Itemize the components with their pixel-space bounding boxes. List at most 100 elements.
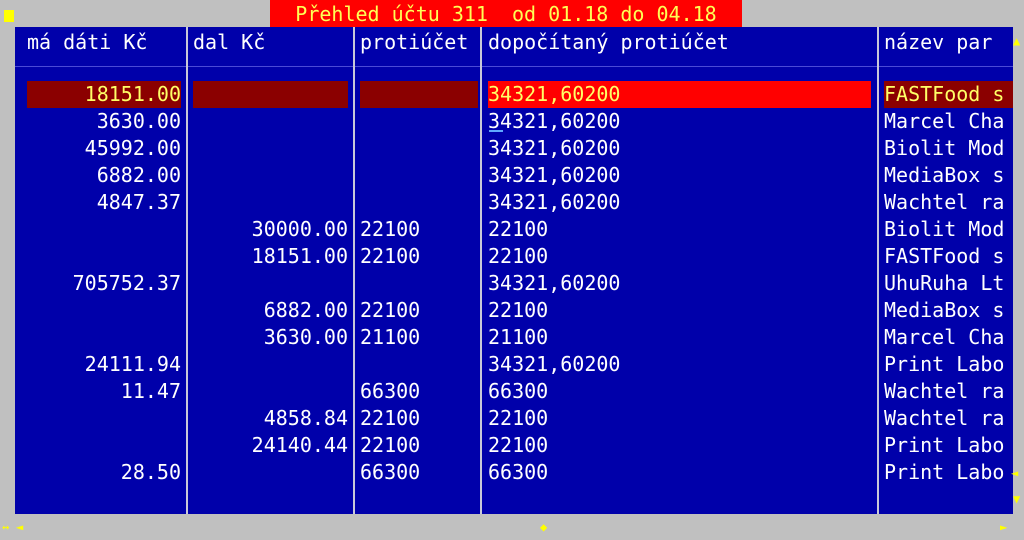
computed-counter-account-cell[interactable]: 34321,60200 (488, 270, 871, 297)
scroll-down-icon[interactable]: ▼ (1013, 493, 1020, 505)
debit-cell[interactable]: 3630.00 (27, 108, 181, 135)
counter-account-cell[interactable]: 21100 (360, 324, 478, 351)
partner-name-cell[interactable]: MediaBox s (884, 162, 1013, 189)
table-row[interactable]: 18151.00 34321,60200 FASTFood s (15, 81, 1013, 108)
computed-counter-account-cell[interactable]: 66300 (488, 459, 871, 486)
debit-cell[interactable] (27, 324, 181, 351)
credit-cell[interactable] (193, 135, 348, 162)
debit-cell[interactable] (27, 297, 181, 324)
credit-cell[interactable]: 18151.00 (193, 243, 348, 270)
partner-name-cell[interactable]: Marcel Cha (884, 324, 1013, 351)
debit-cell[interactable] (27, 216, 181, 243)
credit-cell[interactable] (193, 81, 348, 108)
counter-account-cell[interactable] (360, 108, 478, 135)
table-row[interactable]: 18151.00 22100 22100 FASTFood s (15, 243, 1013, 270)
computed-counter-account-cell[interactable]: 22100 (488, 216, 871, 243)
counter-account-cell[interactable]: 22100 (360, 405, 478, 432)
computed-counter-account-cell[interactable]: 22100 (488, 243, 871, 270)
credit-cell[interactable] (193, 162, 348, 189)
debit-cell[interactable]: 45992.00 (27, 135, 181, 162)
partner-name-cell[interactable]: Wachtel ra (884, 378, 1013, 405)
partner-name-cell[interactable]: FASTFood s (884, 81, 1013, 108)
computed-counter-account-cell[interactable]: 66300 (488, 378, 871, 405)
table-row[interactable]: 24140.44 22100 22100 Print Labo (15, 432, 1013, 459)
col-header-partner-name[interactable]: název par (884, 27, 1009, 57)
counter-account-cell[interactable] (360, 135, 478, 162)
window-corner-icon[interactable] (4, 10, 14, 22)
table-row[interactable]: 3630.00 21100 21100 Marcel Cha (15, 324, 1013, 351)
computed-counter-account-cell[interactable]: 34321,60200 (488, 108, 871, 135)
credit-cell[interactable] (193, 351, 348, 378)
computed-counter-account-cell[interactable]: 21100 (488, 324, 871, 351)
credit-cell[interactable] (193, 270, 348, 297)
credit-cell[interactable] (193, 108, 348, 135)
counter-account-cell[interactable]: 22100 (360, 216, 478, 243)
computed-counter-account-cell[interactable]: 34321,60200 (488, 162, 871, 189)
counter-account-cell[interactable] (360, 189, 478, 216)
partner-name-cell[interactable]: Wachtel ra (884, 189, 1013, 216)
credit-cell[interactable]: 30000.00 (193, 216, 348, 243)
computed-counter-account-cell[interactable]: 34321,60200 (488, 189, 871, 216)
debit-cell[interactable]: 6882.00 (27, 162, 181, 189)
credit-cell[interactable] (193, 459, 348, 486)
col-header-computed-counter-account[interactable]: dopočítaný protiúčet (488, 27, 878, 57)
col-header-counter-account[interactable]: protiúčet (360, 27, 480, 57)
partner-name-cell[interactable]: Print Labo (884, 459, 1013, 486)
partner-name-cell[interactable]: Print Labo (884, 351, 1013, 378)
table-row[interactable]: 705752.37 34321,60200 UhuRuha Lt (15, 270, 1013, 297)
credit-cell[interactable]: 6882.00 (193, 297, 348, 324)
table-row[interactable]: 6882.00 34321,60200 MediaBox s (15, 162, 1013, 189)
scroll-left-icon[interactable]: ◄ (16, 521, 23, 533)
partner-name-cell[interactable]: Marcel Cha (884, 108, 1013, 135)
col-header-debit[interactable]: má dáti Kč (27, 27, 187, 57)
partner-name-cell[interactable]: FASTFood s (884, 243, 1013, 270)
debit-cell[interactable] (27, 243, 181, 270)
debit-cell[interactable]: 28.50 (27, 459, 181, 486)
table-row[interactable]: 45992.00 34321,60200 Biolit Mod (15, 135, 1013, 162)
computed-counter-account-cell[interactable]: 22100 (488, 297, 871, 324)
table-row[interactable]: 6882.00 22100 22100 MediaBox s (15, 297, 1013, 324)
counter-account-cell[interactable]: 22100 (360, 297, 478, 324)
scroll-right-icon[interactable]: ► (1000, 521, 1007, 533)
counter-account-cell[interactable]: 66300 (360, 459, 478, 486)
credit-cell[interactable] (193, 378, 348, 405)
partner-name-cell[interactable]: Biolit Mod (884, 135, 1013, 162)
credit-cell[interactable]: 4858.84 (193, 405, 348, 432)
horizontal-scrollbar[interactable]: ↔ ◄ ◆ ► (0, 514, 1024, 540)
partner-name-cell[interactable]: MediaBox s (884, 297, 1013, 324)
table-row[interactable]: 3630.00 34321,60200 Marcel Cha (15, 108, 1013, 135)
counter-account-cell[interactable]: 22100 (360, 243, 478, 270)
debit-cell[interactable]: 4847.37 (27, 189, 181, 216)
computed-counter-account-cell[interactable]: 22100 (488, 405, 871, 432)
scroll-thumb-icon[interactable]: ◄ (1011, 467, 1018, 479)
debit-cell[interactable]: 24111.94 (27, 351, 181, 378)
debit-cell[interactable]: 18151.00 (27, 81, 181, 108)
counter-account-cell[interactable] (360, 351, 478, 378)
col-header-credit[interactable]: dal Kč (193, 27, 353, 57)
table-row[interactable]: 11.47 66300 66300 Wachtel ra (15, 378, 1013, 405)
debit-cell[interactable] (27, 405, 181, 432)
credit-cell[interactable] (193, 189, 348, 216)
computed-counter-account-cell[interactable]: 22100 (488, 432, 871, 459)
counter-account-cell[interactable] (360, 81, 478, 108)
vertical-scrollbar[interactable]: ▲ ◄ ▼ (1011, 27, 1024, 514)
computed-counter-account-cell[interactable]: 34321,60200 (488, 81, 871, 108)
counter-account-cell[interactable] (360, 270, 478, 297)
counter-account-cell[interactable]: 66300 (360, 378, 478, 405)
debit-cell[interactable] (27, 432, 181, 459)
table-row[interactable]: 24111.94 34321,60200 Print Labo (15, 351, 1013, 378)
scroll-up-icon[interactable]: ▲ (1013, 35, 1020, 47)
hscroll-thumb-icon[interactable]: ◆ (540, 521, 547, 533)
counter-account-cell[interactable]: 22100 (360, 432, 478, 459)
computed-counter-account-cell[interactable]: 34321,60200 (488, 135, 871, 162)
table-row[interactable]: 4858.84 22100 22100 Wachtel ra (15, 405, 1013, 432)
debit-cell[interactable]: 705752.37 (27, 270, 181, 297)
table-row[interactable]: 30000.00 22100 22100 Biolit Mod (15, 216, 1013, 243)
credit-cell[interactable]: 3630.00 (193, 324, 348, 351)
partner-name-cell[interactable]: UhuRuha Lt (884, 270, 1013, 297)
partner-name-cell[interactable]: Biolit Mod (884, 216, 1013, 243)
computed-counter-account-cell[interactable]: 34321,60200 (488, 351, 871, 378)
counter-account-cell[interactable] (360, 162, 478, 189)
table-row[interactable]: 28.50 66300 66300 Print Labo (15, 459, 1013, 486)
debit-cell[interactable]: 11.47 (27, 378, 181, 405)
